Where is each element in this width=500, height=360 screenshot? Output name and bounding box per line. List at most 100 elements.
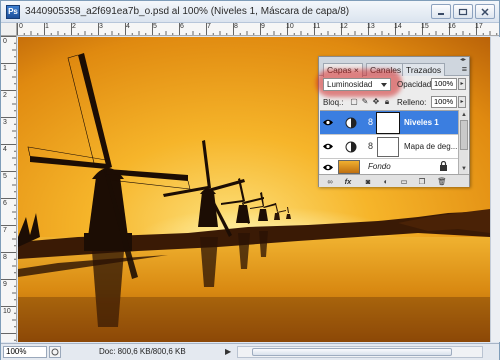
opacity-slider-arrow-icon[interactable]: ▸ — [458, 78, 466, 90]
layer-thumbnail[interactable] — [338, 160, 360, 174]
tab-trazados[interactable]: Trazados — [402, 63, 446, 76]
vertical-ruler-ticks — [1, 36, 16, 341]
layers-panel-footer: ∞ fx ◙ ◐ ▭ ❐ 🗑︎ — [319, 174, 469, 187]
chain-link-icon[interactable]: 8 — [368, 117, 373, 127]
layers-scroll-thumb[interactable] — [460, 120, 468, 150]
gradient-map-adjustment-icon — [345, 141, 357, 153]
eye-icon[interactable] — [322, 162, 334, 173]
status-bar: 100% Doc: 800,6 KB/800,6 KB ▶ — [1, 343, 499, 360]
ruler-label: 10 — [286, 23, 294, 30]
blend-mode-select[interactable]: Luminosidad — [323, 78, 391, 91]
horizontal-ruler[interactable]: 0 1 2 3 4 5 6 7 8 9 10 11 12 13 14 15 16… — [17, 23, 499, 36]
ruler-label: 15 — [421, 23, 429, 30]
scroll-down-icon[interactable]: ▼ — [460, 165, 468, 173]
layers-list: 8 Niveles 1 8 Mapa de deg... Fondo — [320, 110, 458, 175]
adjustment-icon[interactable]: ◐ — [381, 177, 391, 186]
layer-row-niveles[interactable]: 8 Niveles 1 — [320, 111, 458, 135]
layer-name[interactable]: Mapa de deg... — [404, 142, 457, 151]
ruler-label: 6 — [3, 200, 7, 207]
vertical-ruler[interactable]: 0 1 2 3 4 5 6 7 8 9 10 — [1, 36, 17, 342]
layer-mask-thumbnail[interactable] — [377, 137, 399, 157]
close-button[interactable] — [475, 4, 495, 19]
blend-mode-value: Luminosidad — [327, 80, 373, 89]
panel-menu-icon[interactable]: ≡ — [462, 64, 467, 74]
close-icon — [481, 7, 489, 16]
ruler-label: 4 — [3, 146, 7, 153]
status-info-icon[interactable] — [49, 346, 61, 358]
link-icon[interactable]: ∞ — [325, 177, 335, 186]
lock-label: Bloq.: — [323, 98, 344, 107]
trash-icon[interactable]: 🗑︎ — [437, 177, 447, 186]
ruler-label: 3 — [99, 23, 103, 30]
lock-position-icon[interactable]: ✥ — [371, 97, 381, 107]
ruler-label: 9 — [261, 23, 265, 30]
fill-slider-arrow-icon[interactable]: ▸ — [458, 96, 466, 108]
photoshop-icon: Ps — [6, 5, 20, 19]
ruler-label: 7 — [3, 227, 7, 234]
ruler-label: 8 — [234, 23, 238, 30]
ruler-label: 3 — [3, 119, 7, 126]
minimize-icon — [438, 12, 444, 15]
eye-icon[interactable] — [322, 117, 334, 128]
eye-icon[interactable] — [322, 141, 334, 152]
zoom-field[interactable]: 100% — [3, 346, 47, 358]
ruler-label: 7 — [207, 23, 211, 30]
lock-row: Bloq.: ▢ ✎ ✥ 🔒︎ Relleno: 100% ▸ — [323, 96, 467, 110]
ruler-label: 17 — [475, 23, 483, 30]
document-size-info: Doc: 800,6 KB/800,6 KB — [99, 347, 186, 356]
status-menu-arrow-icon[interactable]: ▶ — [225, 347, 235, 357]
lock-pixels-icon[interactable]: ✎ — [360, 97, 370, 107]
ruler-label: 4 — [126, 23, 130, 30]
scroll-up-icon[interactable]: ▲ — [460, 111, 468, 119]
layer-mask-thumbnail[interactable] — [376, 112, 400, 134]
fx-icon[interactable]: fx — [343, 177, 353, 186]
ruler-label: 6 — [180, 23, 184, 30]
ruler-label: 12 — [340, 23, 348, 30]
layer-name[interactable]: Niveles 1 — [404, 118, 439, 127]
ruler-label: 2 — [3, 92, 7, 99]
ruler-label: 0 — [19, 23, 23, 30]
document-window: Ps 3440905358_a2f691ea7b_o.psd al 100% (… — [0, 0, 500, 360]
restore-button[interactable] — [453, 4, 473, 19]
blend-row: Luminosidad Opacidad: 100% ▸ — [316, 69, 467, 97]
ruler-label: 1 — [45, 23, 49, 30]
fill-field[interactable]: 100% — [431, 96, 457, 108]
layers-panel: ◂▸ Capas × Canales Trazados ≡ Luminosida… — [316, 56, 470, 187]
ruler-label: 5 — [153, 23, 157, 30]
window-title: 3440905358_a2f691ea7b_o.psd al 100% (Niv… — [25, 6, 350, 17]
ruler-label: 11 — [313, 23, 321, 30]
minimize-button[interactable] — [431, 4, 451, 19]
opacity-field[interactable]: 100% — [431, 78, 457, 90]
ruler-label: 13 — [367, 23, 375, 30]
layer-row-fondo[interactable]: Fondo — [320, 159, 458, 175]
restore-icon — [458, 8, 468, 15]
new-layer-icon[interactable]: ❐ — [417, 177, 427, 186]
ruler-corner[interactable] — [1, 23, 17, 36]
lock-transparency-icon[interactable]: ▢ — [349, 97, 359, 107]
ruler-label: 10 — [3, 308, 11, 315]
fill-label: Relleno: — [397, 98, 427, 107]
layers-scrollbar[interactable]: ▲ ▼ — [458, 110, 468, 174]
levels-adjustment-icon — [345, 117, 357, 129]
ruler-label: 5 — [3, 173, 7, 180]
layer-row-mapa-degradado[interactable]: 8 Mapa de deg... — [320, 135, 458, 159]
ruler-label: 8 — [3, 254, 7, 261]
ruler-label: 0 — [3, 38, 7, 45]
ruler-label: 16 — [448, 23, 456, 30]
chevron-down-icon — [381, 83, 387, 87]
ruler-label: 2 — [72, 23, 76, 30]
opacity-label: Opacidad: — [397, 80, 434, 89]
horizontal-scrollbar[interactable] — [237, 346, 483, 358]
lock-all-icon[interactable]: 🔒︎ — [382, 97, 392, 107]
layer-name[interactable]: Fondo — [368, 162, 391, 171]
ruler-label: 14 — [394, 23, 402, 30]
ruler-label: 1 — [3, 65, 7, 72]
horizontal-scroll-thumb[interactable] — [252, 348, 452, 356]
title-bar[interactable]: Ps 3440905358_a2f691ea7b_o.psd al 100% (… — [1, 1, 499, 23]
ruler-label: 9 — [3, 281, 7, 288]
lock-icon — [440, 161, 447, 171]
vertical-scrollbar[interactable] — [490, 37, 500, 342]
folder-icon[interactable]: ▭ — [399, 177, 409, 186]
mask-icon[interactable]: ◙ — [363, 177, 373, 186]
chain-link-icon[interactable]: 8 — [368, 141, 373, 151]
